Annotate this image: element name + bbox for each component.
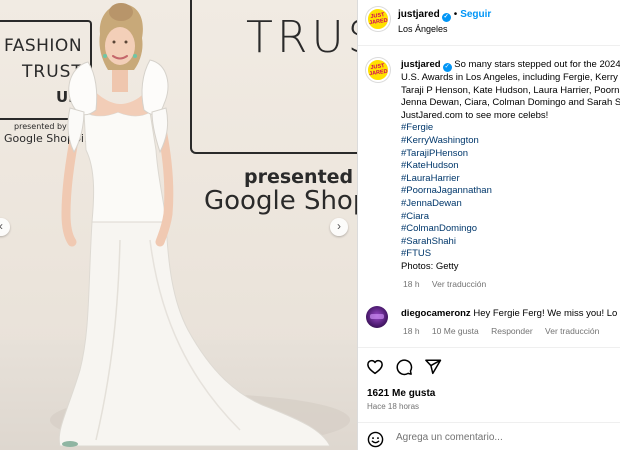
hashtag-link[interactable]: #PoornaJagannathan bbox=[401, 185, 620, 198]
caption-block: JUST JARED justjared ✓ So many stars step… bbox=[358, 46, 620, 346]
verified-badge-icon: ✓ bbox=[441, 13, 451, 22]
hashtag-link[interactable]: #LauraHarrier bbox=[401, 173, 620, 186]
hashtag-link[interactable]: #Ciara bbox=[401, 211, 620, 224]
heart-icon[interactable] bbox=[366, 358, 384, 376]
post-side-panel: JUST JARED justjared ✓ • Seguir Los Ángeles… bbox=[358, 0, 620, 450]
commenter-avatar[interactable] bbox=[366, 306, 388, 328]
separator-dot: • bbox=[453, 9, 458, 20]
hashtag-link[interactable]: #SarahShahi bbox=[401, 236, 620, 249]
hashtag-link[interactable]: #ColmanDomingo bbox=[401, 223, 620, 236]
comment-time[interactable]: 18 h bbox=[403, 326, 420, 336]
caption-line: Jenna Dewan, Ciara, Colman Domingo and S… bbox=[401, 97, 620, 109]
post-header: JUST JARED justjared ✓ • Seguir Los Ángeles bbox=[358, 0, 620, 46]
comment-likes[interactable]: 10 Me gusta bbox=[432, 326, 479, 336]
comment-meta: 18 h 10 Me gusta Responder Ver traducció… bbox=[403, 326, 609, 336]
caption-line: So many stars stepped out for the 2024 F… bbox=[454, 59, 620, 70]
follow-button[interactable]: Seguir bbox=[460, 9, 491, 20]
hashtag-link[interactable]: #KateHudson bbox=[401, 160, 620, 173]
like-count[interactable]: 1621 Me gusta bbox=[367, 388, 435, 399]
comment-translate-link[interactable]: Ver traducción bbox=[545, 326, 599, 336]
verified-badge-icon: ✓ bbox=[442, 63, 452, 72]
caption-meta: 18 h Ver traducción bbox=[403, 279, 496, 289]
post-location[interactable]: Los Ángeles bbox=[398, 24, 448, 34]
hashtag-link[interactable]: #JennaDewan bbox=[401, 198, 620, 211]
caption-line: U.S. Awards in Los Angeles, including Fe… bbox=[401, 72, 620, 83]
hashtag-link[interactable]: #FTUS bbox=[401, 248, 620, 261]
header-user-row: justjared ✓ • Seguir bbox=[398, 9, 491, 22]
comment-username[interactable]: diegocameronz bbox=[401, 308, 471, 319]
comment-text: diegocameronz Hey Fergie Ferg! We miss y… bbox=[401, 308, 617, 319]
woman-in-white-gown bbox=[50, 3, 350, 447]
account-username[interactable]: justjared bbox=[398, 9, 440, 20]
comment-input-divider bbox=[358, 422, 620, 423]
comment-icon[interactable] bbox=[395, 358, 413, 376]
caption-translate-link[interactable]: Ver traducción bbox=[432, 279, 486, 289]
caption-username[interactable]: justjared bbox=[401, 59, 441, 70]
account-avatar[interactable]: JUST JARED bbox=[366, 7, 390, 31]
comment-reply-link[interactable]: Responder bbox=[491, 326, 533, 336]
caption-text: justjared ✓ So many stars stepped out for… bbox=[401, 59, 620, 274]
photo-credit: Photos: Getty bbox=[401, 260, 459, 272]
caption-line: JustJared.com to see more celebs! bbox=[401, 109, 549, 121]
smiley-icon[interactable] bbox=[367, 431, 384, 448]
post-time[interactable]: Hace 18 horas bbox=[367, 402, 419, 411]
hashtag-link[interactable]: #KerryWashington bbox=[401, 135, 620, 148]
hashtag-link[interactable]: #TarajiPHenson bbox=[401, 148, 620, 161]
hashtag-link[interactable]: #Fergie bbox=[401, 122, 620, 135]
next-photo-button[interactable]: › bbox=[330, 218, 348, 236]
actions-divider bbox=[358, 347, 620, 348]
add-comment-input[interactable] bbox=[396, 432, 616, 443]
comment-body: Hey Fergie Ferg! We miss you! Lo bbox=[473, 308, 618, 319]
post-photo[interactable]: FASHION TRUST U.S. presented by Google S… bbox=[0, 0, 357, 450]
caption-line: Taraji P Henson, Kate Hudson, Laura Harr… bbox=[401, 84, 620, 96]
caption-time[interactable]: 18 h bbox=[403, 279, 420, 289]
caption-author-avatar[interactable]: JUST JARED bbox=[366, 58, 390, 82]
share-icon[interactable] bbox=[424, 358, 442, 376]
